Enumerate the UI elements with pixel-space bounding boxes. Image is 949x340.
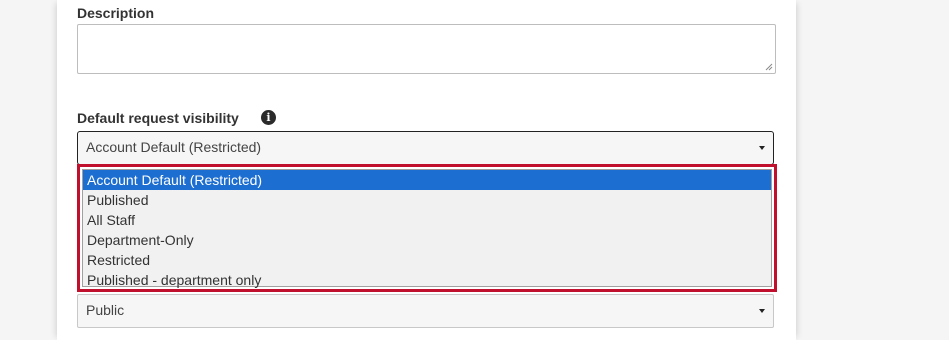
option-restricted[interactable]: Restricted — [83, 250, 771, 270]
visibility-label: Default request visibility — [77, 110, 239, 126]
option-department-only[interactable]: Department-Only — [83, 230, 771, 250]
description-label: Description — [77, 5, 155, 21]
visibility-selected-value: Account Default (Restricted) — [86, 139, 262, 155]
option-all-staff[interactable]: All Staff — [83, 210, 771, 230]
caret-down-icon — [759, 309, 765, 313]
resize-handle-icon[interactable] — [765, 63, 773, 71]
visibility-options-list: Account Default (Restricted) Published A… — [82, 169, 772, 290]
info-icon[interactable]: i — [261, 110, 276, 125]
option-published[interactable]: Published — [83, 190, 771, 210]
visibility-select[interactable]: Account Default (Restricted) — [77, 131, 774, 165]
option-published-department-only[interactable]: Published - department only — [83, 270, 771, 290]
visibility-dropdown-highlight: Account Default (Restricted) Published A… — [77, 164, 777, 292]
caret-down-icon — [759, 146, 765, 150]
description-textarea[interactable] — [77, 24, 776, 74]
next-select-value: Public — [86, 302, 125, 318]
option-account-default[interactable]: Account Default (Restricted) — [83, 170, 771, 190]
next-select[interactable]: Public — [77, 294, 774, 328]
